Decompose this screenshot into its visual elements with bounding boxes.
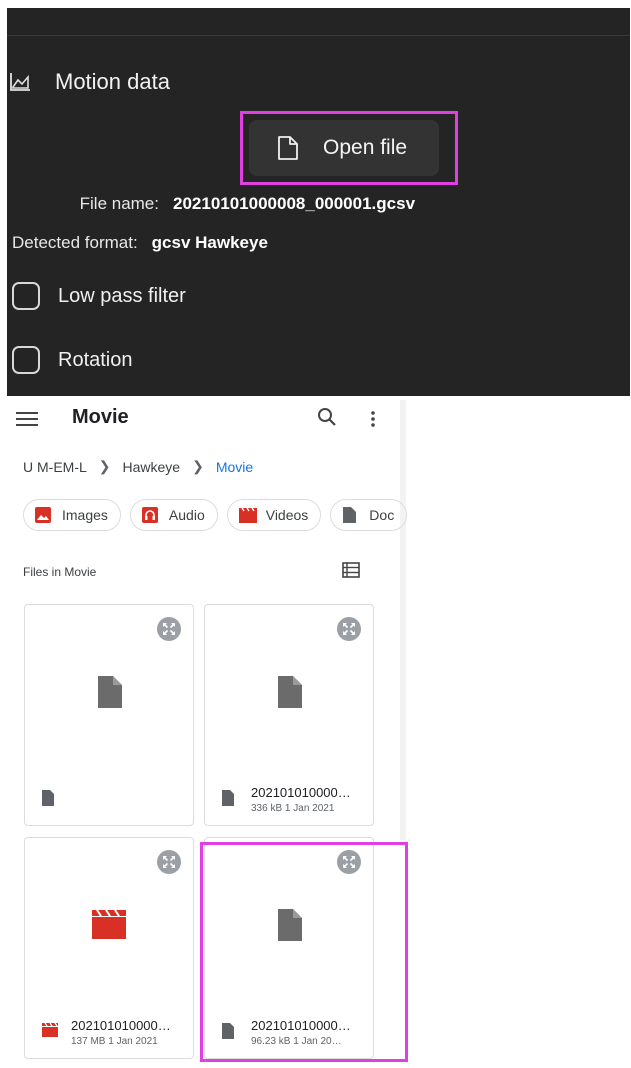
file-footer — [41, 785, 185, 807]
document-icon — [275, 908, 303, 947]
more-options-icon[interactable] — [366, 408, 380, 430]
document-icon — [95, 675, 123, 714]
filter-chips: Images Audio Videos Doc — [23, 499, 416, 531]
file-card[interactable]: 202101010000… 336 kB 1 Jan 2021 — [204, 604, 374, 826]
document-icon — [275, 675, 303, 714]
breadcrumb-hawkeye[interactable]: Hawkeye — [123, 459, 181, 475]
chip-audio[interactable]: Audio — [129, 499, 218, 531]
open-file-highlight: Open file — [240, 111, 458, 185]
chip-images[interactable]: Images — [23, 499, 121, 531]
expand-icon[interactable] — [337, 850, 361, 874]
image-icon — [34, 506, 52, 524]
file-footer: 202101010000… 137 MB 1 Jan 2021 — [41, 1018, 185, 1047]
file-thumbnail — [205, 605, 373, 780]
file-name-key: File name: — [79, 194, 159, 213]
audio-icon — [141, 506, 159, 524]
document-icon — [341, 506, 359, 524]
file-card[interactable]: 202101010000… 137 MB 1 Jan 2021 — [24, 837, 194, 1059]
file-meta: 336 kB 1 Jan 2021 — [251, 803, 335, 814]
breadcrumb-root[interactable]: U M-EM-L — [23, 459, 87, 475]
file-thumbnail — [25, 838, 193, 1013]
chip-documents[interactable]: Doc — [330, 499, 408, 531]
low-pass-checkbox[interactable] — [12, 282, 40, 310]
picker-title: Movie — [72, 406, 129, 428]
detected-format-value: gcsv Hawkeye — [151, 233, 268, 252]
document-icon — [41, 789, 55, 807]
files-section-label: Files in Movie — [23, 565, 97, 579]
rotation-toggle[interactable]: Rotation — [12, 344, 133, 376]
picker-side-divider — [400, 400, 406, 840]
search-icon[interactable] — [316, 406, 338, 428]
chip-label: Videos — [265, 507, 309, 523]
motion-data-header: Motion data — [7, 66, 170, 98]
low-pass-label: Low pass filter — [58, 284, 186, 307]
open-file-button[interactable]: Open file — [249, 120, 439, 176]
chip-label: Images — [62, 507, 108, 523]
chevron-right-icon: ❯ — [98, 458, 111, 474]
video-icon — [91, 908, 127, 945]
file-thumbnail — [205, 838, 373, 1013]
expand-icon[interactable] — [157, 850, 181, 874]
rotation-label: Rotation — [58, 348, 133, 371]
document-icon — [221, 789, 235, 807]
menu-icon[interactable] — [16, 408, 38, 428]
file-card-selected[interactable]: 202101010000… 96.23 kB 1 Jan 20… — [204, 837, 374, 1059]
chip-label: Doc — [369, 507, 395, 523]
file-name-value: 20210101000008_000001.gcsv — [173, 194, 416, 213]
chip-label: Audio — [168, 507, 205, 523]
file-picker: Movie U M-EM-L ❯ Hawkeye ❯ Movie Images — [0, 400, 408, 1068]
file-thumbnail — [25, 605, 193, 780]
open-file-label: Open file — [323, 136, 408, 159]
file-name: 202101010000… — [71, 1018, 171, 1033]
breadcrumb: U M-EM-L ❯ Hawkeye ❯ Movie — [23, 458, 253, 475]
file-meta: 96.23 kB 1 Jan 20… — [251, 1036, 342, 1047]
motion-data-panel: Motion data Open file File name: 20210101… — [7, 8, 630, 396]
file-icon — [277, 135, 299, 161]
chevron-right-icon: ❯ — [192, 458, 204, 474]
area-chart-icon — [7, 71, 33, 93]
expand-icon[interactable] — [157, 617, 181, 641]
file-footer: 202101010000… 336 kB 1 Jan 2021 — [221, 785, 365, 814]
video-icon — [41, 1022, 58, 1040]
low-pass-filter-toggle[interactable]: Low pass filter — [12, 280, 186, 312]
detected-format-row: Detected format: gcsv Hawkeye — [12, 233, 268, 253]
section-title: Motion data — [55, 69, 170, 94]
file-name-row: File name: 20210101000008_000001.gcsv — [13, 194, 415, 214]
detected-format-key: Detected format: — [12, 233, 138, 252]
file-name: 202101010000… — [251, 1018, 351, 1033]
rotation-checkbox[interactable] — [12, 346, 40, 374]
file-name: 202101010000… — [251, 785, 351, 800]
document-icon — [221, 1022, 235, 1040]
chip-videos[interactable]: Videos — [226, 499, 322, 531]
breadcrumb-movie[interactable]: Movie — [216, 459, 253, 475]
file-card[interactable] — [24, 604, 194, 826]
expand-icon[interactable] — [337, 617, 361, 641]
list-view-icon[interactable] — [342, 562, 360, 578]
video-icon — [238, 506, 257, 524]
file-meta: 137 MB 1 Jan 2021 — [71, 1036, 158, 1047]
file-footer: 202101010000… 96.23 kB 1 Jan 20… — [221, 1018, 365, 1047]
divider — [7, 35, 630, 36]
